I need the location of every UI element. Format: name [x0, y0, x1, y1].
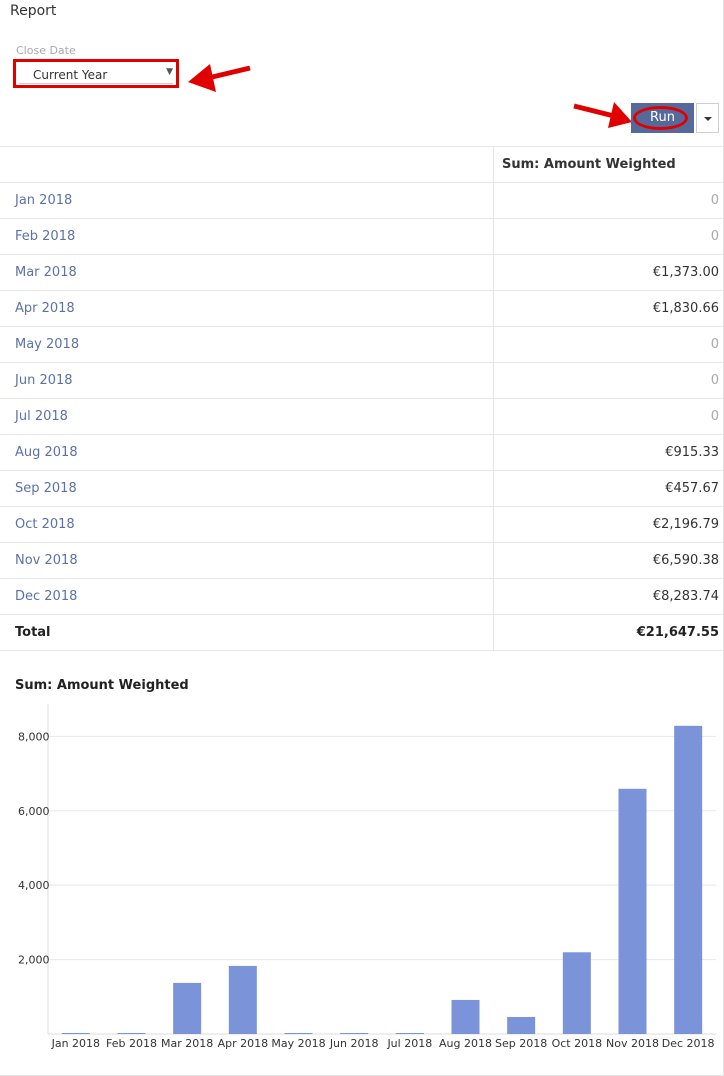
bar[interactable]: [674, 725, 703, 1034]
close-date-label: Close Date: [16, 44, 76, 57]
table-row: Jun 2018 0: [0, 362, 723, 399]
table-total-row: Total €21,647.55: [0, 614, 723, 651]
table-row: Jul 2018 0: [0, 398, 723, 435]
row-month-link[interactable]: Jan 2018: [0, 182, 494, 219]
row-month-link[interactable]: Sep 2018: [0, 470, 494, 507]
table-row: Mar 2018 €1,373.00: [0, 254, 723, 291]
row-amount-value: €457.67: [493, 470, 723, 507]
x-tick-label: Sep 2018: [495, 1037, 547, 1050]
bar[interactable]: [395, 1033, 424, 1034]
table-row: Apr 2018 €1,830.66: [0, 290, 723, 327]
table-header-row: Sum: Amount Weighted: [0, 146, 723, 183]
y-tick-label: 4,000: [18, 879, 50, 892]
close-date-value: Current Year: [33, 68, 108, 82]
row-month-link[interactable]: Jun 2018: [0, 362, 494, 399]
bar[interactable]: [340, 1033, 369, 1034]
x-tick-label: Feb 2018: [106, 1037, 157, 1050]
row-amount-value: €1,373.00: [493, 254, 723, 291]
row-amount-value: €915.33: [493, 434, 723, 471]
annotation-circle: [633, 106, 688, 130]
table-header-empty: [0, 146, 494, 183]
table-header-amount: Sum: Amount Weighted: [493, 146, 723, 183]
row-month-link[interactable]: Oct 2018: [0, 506, 494, 543]
x-tick-label: Jun 2018: [329, 1037, 379, 1050]
annotation-arrow-left-icon: [188, 64, 251, 92]
table-row: Aug 2018 €915.33: [0, 434, 723, 471]
report-table: Sum: Amount Weighted Jan 2018 0 Feb 2018 0 M…: [0, 146, 723, 651]
caret-down-icon: ▼: [166, 67, 173, 77]
row-month-link[interactable]: Apr 2018: [0, 290, 494, 327]
table-row: Jan 2018 0: [0, 182, 723, 219]
row-month-link[interactable]: Aug 2018: [0, 434, 494, 471]
close-date-select[interactable]: Current Year ▼: [19, 65, 173, 84]
total-label: Total: [0, 614, 494, 651]
bar-chart: 2,000 4,000 6,000 8,000 Jan 2018 Feb 2018 Mar …: [18, 704, 716, 1050]
table-row: Sep 2018 €457.67: [0, 470, 723, 507]
row-amount-value: 0: [493, 362, 723, 399]
annotation-highlight-box: Current Year ▼: [13, 59, 179, 88]
x-tick-label: Jan 2018: [51, 1037, 100, 1050]
row-month-link[interactable]: Feb 2018: [0, 218, 494, 255]
row-month-link[interactable]: May 2018: [0, 326, 494, 363]
bar[interactable]: [284, 1033, 313, 1034]
bar[interactable]: [61, 1033, 90, 1034]
table-row: Feb 2018 0: [0, 218, 723, 255]
x-tick-label: Apr 2018: [218, 1037, 269, 1050]
bar[interactable]: [618, 788, 647, 1034]
x-tick-label: Jul 2018: [386, 1037, 432, 1050]
y-tick-label: 2,000: [18, 954, 50, 967]
table-row: Nov 2018 €6,590.38: [0, 542, 723, 579]
row-amount-value: €2,196.79: [493, 506, 723, 543]
x-tick-label: Mar 2018: [161, 1037, 213, 1050]
x-tick-label: Aug 2018: [439, 1037, 492, 1050]
bar[interactable]: [117, 1033, 146, 1034]
row-amount-value: 0: [493, 218, 723, 255]
bar[interactable]: [507, 1016, 536, 1034]
y-tick-label: 8,000: [18, 730, 50, 743]
bar[interactable]: [228, 965, 257, 1034]
report-title: Report: [10, 3, 57, 19]
y-tick-label: 6,000: [18, 805, 50, 818]
table-row: Oct 2018 €2,196.79: [0, 506, 723, 543]
table-row: May 2018 0: [0, 326, 723, 363]
x-tick-label: Dec 2018: [662, 1037, 715, 1050]
row-amount-value: 0: [493, 398, 723, 435]
row-amount-value: €6,590.38: [493, 542, 723, 579]
x-tick-label: Nov 2018: [606, 1037, 659, 1050]
x-tick-label: May 2018: [271, 1037, 325, 1050]
table-row: Dec 2018 €8,283.74: [0, 578, 723, 615]
row-month-link[interactable]: Mar 2018: [0, 254, 494, 291]
annotation-arrow-right-icon: [573, 102, 632, 128]
bar[interactable]: [173, 982, 202, 1034]
row-month-link[interactable]: Jul 2018: [0, 398, 494, 435]
caret-down-icon: [704, 117, 712, 121]
row-amount-value: 0: [493, 182, 723, 219]
total-value: €21,647.55: [493, 614, 723, 651]
row-amount-value: €1,830.66: [493, 290, 723, 327]
row-month-link[interactable]: Nov 2018: [0, 542, 494, 579]
row-amount-value: 0: [493, 326, 723, 363]
x-tick-label: Oct 2018: [552, 1037, 603, 1050]
run-options-dropdown[interactable]: [696, 103, 719, 133]
row-month-link[interactable]: Dec 2018: [0, 578, 494, 615]
bar[interactable]: [562, 952, 591, 1034]
row-amount-value: €8,283.74: [493, 578, 723, 615]
bar[interactable]: [451, 999, 480, 1034]
